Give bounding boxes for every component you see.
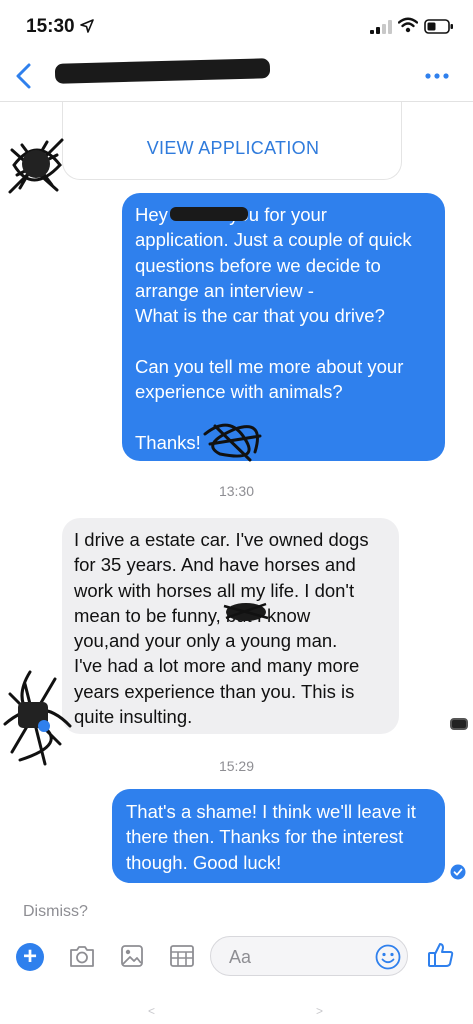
message-input[interactable]: Aa bbox=[210, 936, 408, 976]
dismiss-link[interactable]: Dismiss? bbox=[23, 903, 88, 921]
avatar bbox=[3, 670, 72, 766]
back-hint: < bbox=[148, 1004, 156, 1018]
message-timestamp: 15:29 bbox=[218, 758, 255, 774]
status-bar: 15:30 bbox=[0, 0, 473, 52]
view-application-link[interactable]: VIEW APPLICATION bbox=[63, 138, 403, 159]
read-receipt-icon bbox=[450, 864, 466, 880]
image-icon[interactable] bbox=[118, 943, 146, 969]
message-input-placeholder: Aa bbox=[229, 947, 252, 967]
chevron-left-icon[interactable] bbox=[12, 62, 34, 90]
signal-icon bbox=[370, 20, 392, 34]
conversation-header bbox=[0, 52, 473, 102]
message-timestamp: 13:30 bbox=[218, 483, 255, 499]
avatar bbox=[8, 138, 64, 194]
forward-hint: > bbox=[316, 1004, 324, 1018]
message-bubble-outgoing[interactable]: Hey Thank you for your application. Just… bbox=[122, 193, 445, 461]
message-composer: + Aa bbox=[0, 930, 473, 982]
plus-icon[interactable]: + bbox=[16, 943, 44, 971]
message-bubble-outgoing[interactable]: That's a shame! I think we'll leave it t… bbox=[112, 789, 445, 883]
gif-icon[interactable] bbox=[168, 943, 196, 969]
ellipsis-icon[interactable] bbox=[424, 72, 450, 80]
battery-icon bbox=[424, 19, 453, 34]
seen-indicator-icon bbox=[450, 718, 468, 730]
camera-icon[interactable] bbox=[68, 943, 96, 969]
message-bubble-incoming[interactable]: I drive a estate car. I've owned dogs fo… bbox=[62, 518, 399, 734]
status-time: 15:30 bbox=[26, 16, 75, 37]
location-arrow-icon bbox=[80, 19, 94, 33]
home-indicator-area: < > bbox=[0, 990, 473, 1024]
wifi-icon bbox=[398, 17, 418, 33]
smiley-icon[interactable] bbox=[375, 944, 401, 970]
application-card: VIEW APPLICATION bbox=[62, 102, 402, 180]
thumbs-up-icon[interactable] bbox=[427, 941, 455, 969]
